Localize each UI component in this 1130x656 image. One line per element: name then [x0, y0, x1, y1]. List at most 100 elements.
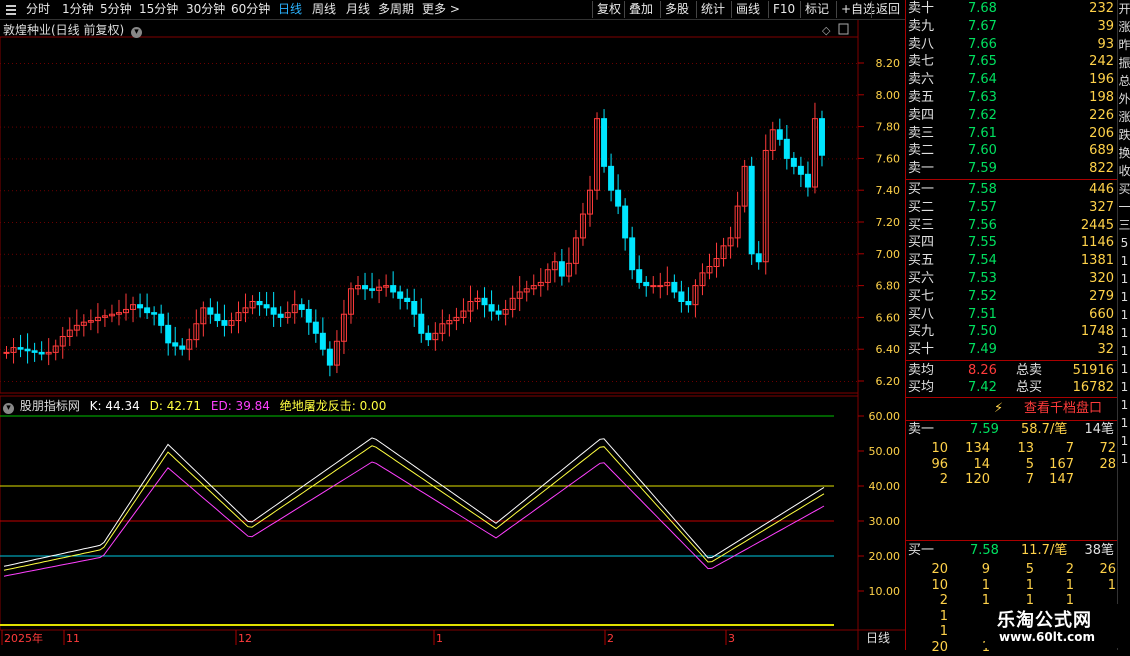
price-axis-label: 6.20 [876, 375, 901, 388]
period-tab-8[interactable]: 月线 [346, 0, 370, 19]
candle-body [495, 310, 502, 315]
toolbar-button-0[interactable]: 复权 [592, 1, 625, 18]
buy-level-6-price: 7.53 [968, 271, 997, 286]
candle-body [643, 281, 650, 287]
sell-level-6[interactable]: 卖六 7.64 196 [906, 71, 1118, 89]
sell-level-9[interactable]: 卖九 7.67 39 [906, 18, 1118, 36]
title-dropdown-icon[interactable]: ▾ [131, 27, 143, 38]
buy-level-6[interactable]: 买六 7.53 320 [906, 270, 1118, 288]
candle-body [24, 348, 31, 352]
candle-body [144, 307, 151, 314]
price-axis-label: 7.60 [876, 152, 901, 165]
buy-level-2[interactable]: 买二 7.57 327 [906, 199, 1118, 217]
sell-level-1[interactable]: 卖一 7.59 822 [906, 160, 1118, 178]
buy-queue-row: 20 9 5 2 26 [906, 562, 1118, 578]
indicator-name[interactable]: 股朋指标网 [20, 399, 80, 413]
sell-level-4-volume: 226 [1089, 107, 1114, 123]
sell-level-3[interactable]: 卖三 7.61 206 [906, 125, 1118, 143]
sell-level-7[interactable]: 卖七 7.65 242 [906, 53, 1118, 71]
stock-title-text: 敦煌种业(日线 前复权) [3, 23, 125, 37]
sell-level-9-price: 7.67 [968, 18, 997, 34]
toolbar-button-4[interactable]: 画线 [731, 1, 764, 18]
price-axis-label: 6.60 [876, 311, 901, 324]
candle-body [678, 291, 685, 302]
buy-level-7-volume: 279 [1089, 288, 1114, 304]
sell-level-4[interactable]: 卖四 7.62 226 [906, 107, 1118, 125]
buy-queue-cell: 1 [1025, 577, 1034, 593]
sell-queue-cell: 72 [1099, 441, 1116, 456]
buy-level-5[interactable]: 买五 7.54 1381 [906, 252, 1118, 270]
toolbar-button-8[interactable]: 返回 [871, 1, 904, 18]
depth-book-button[interactable]: ⚡ 查看千档盘口 [906, 399, 1118, 419]
buy-level-10-label: 买十 [908, 342, 935, 358]
buy-level-1-price: 7.58 [968, 182, 997, 197]
buy-level-3[interactable]: 买三 7.56 2445 [906, 217, 1118, 235]
buy-level-1-volume: 446 [1089, 182, 1114, 197]
candle-body [305, 308, 312, 323]
buy-level-10[interactable]: 买十 7.49 32 [906, 341, 1118, 359]
buy-level-9-price: 7.50 [968, 324, 997, 340]
indicator-d-value: D: 42.71 [149, 399, 202, 413]
toolbar-button-3[interactable]: 统计 [696, 1, 729, 18]
sell-level-7-volume: 242 [1089, 54, 1114, 70]
price-axis-label: 7.20 [876, 216, 901, 229]
toolbar-button-1[interactable]: 叠加 [624, 1, 657, 18]
toolbar-button-6[interactable]: 标记 [800, 1, 833, 18]
buy-level-8[interactable]: 买八 7.51 660 [906, 306, 1118, 324]
sell-level-5[interactable]: 卖五 7.63 198 [906, 89, 1118, 107]
candle-body [411, 301, 418, 315]
candle-body [214, 313, 221, 322]
sell-level-8[interactable]: 卖八 7.66 93 [906, 36, 1118, 54]
period-tab-1[interactable]: 1分钟 [62, 0, 94, 19]
indicator-axis-label: 50.00 [869, 445, 901, 458]
candle-body [263, 304, 270, 309]
buy-queue-cell: 2 [939, 593, 948, 608]
date-axis-label: 2 [607, 632, 614, 645]
candle-body [818, 118, 825, 156]
sell-level-5-label: 卖五 [908, 90, 935, 105]
sell-level-8-volume: 93 [1097, 36, 1114, 52]
sell-queue-row: 10 134 13 7 72 [906, 441, 1118, 457]
sell-level-10[interactable]: 卖十 7.68 232 [906, 0, 1118, 18]
price-axis-label: 7.80 [876, 121, 901, 134]
sell-level-5-volume: 198 [1089, 90, 1114, 105]
period-tab-6[interactable]: 日线 [278, 0, 302, 19]
sell-level-6-volume: 196 [1089, 72, 1114, 88]
strip-label: 1 [1120, 362, 1129, 376]
period-tab-10[interactable]: 更多 > [422, 0, 460, 19]
price-axis-label: 6.40 [876, 343, 901, 356]
strip-label: 1 [1120, 254, 1129, 268]
period-tab-4[interactable]: 30分钟 [186, 0, 225, 19]
buy-level-5-price: 7.54 [968, 253, 997, 269]
chart-canvas[interactable]: 8.20 8.00 7.80 7.60 7.40 7.20 7.00 6.80 6.60 6.40… [0, 0, 905, 650]
buy-level-9[interactable]: 买九 7.50 1748 [906, 323, 1118, 341]
buy-level-10-volume: 32 [1097, 342, 1114, 358]
candle-body [776, 129, 783, 140]
sell-level-2[interactable]: 卖二 7.60 689 [906, 142, 1118, 160]
period-tab-0[interactable]: 分时 [26, 0, 50, 19]
period-tab-7[interactable]: 周线 [312, 0, 336, 19]
candle-body [488, 304, 495, 312]
k-line [3, 437, 825, 567]
indicator-dropdown-icon[interactable]: ▾ [3, 403, 14, 414]
strip-label: 外 [1118, 92, 1130, 106]
sell-level-1-price: 7.59 [968, 161, 997, 177]
period-tab-2[interactable]: 5分钟 [100, 0, 132, 19]
toolbar-button-2[interactable]: 多股 [660, 1, 693, 18]
buy-level-4[interactable]: 买四 7.55 1146 [906, 234, 1118, 252]
buy-level-3-volume: 2445 [1080, 217, 1114, 233]
period-tab-3[interactable]: 15分钟 [139, 0, 178, 19]
toolbar-button-5[interactable]: F10 [768, 1, 799, 18]
buy-level-1[interactable]: 买一 7.58 446 [906, 181, 1118, 199]
menu-icon[interactable] [6, 0, 16, 19]
strip-label: 1 [1120, 326, 1129, 340]
period-tab-5[interactable]: 60分钟 [231, 0, 270, 19]
buy-level-2-price: 7.57 [968, 199, 997, 215]
buy-level-7[interactable]: 买七 7.52 279 [906, 288, 1118, 306]
period-tab-9[interactable]: 多周期 [378, 0, 414, 19]
buy-queue-cell: 26 [1099, 562, 1116, 577]
sell-level-10-label: 卖十 [908, 1, 935, 16]
sell-queue-cell: 28 [1099, 456, 1116, 472]
watermark-title: 乐淘公式网 [997, 610, 1092, 631]
candle-body [277, 313, 284, 318]
